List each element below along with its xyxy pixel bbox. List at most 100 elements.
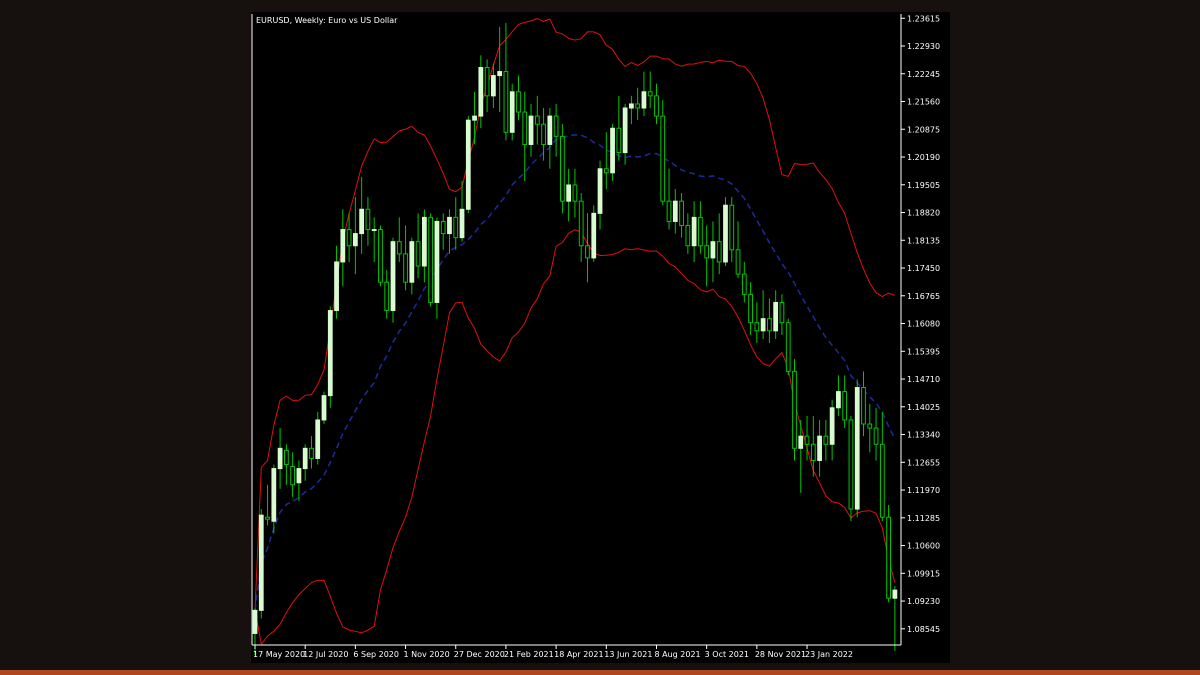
candle-body — [327, 310, 333, 397]
x-tick-label: 27 Dec 2020 — [454, 650, 505, 659]
y-tick-label: 1.23615 — [907, 14, 940, 23]
y-tick-label: 1.12655 — [907, 458, 940, 467]
candle-body — [340, 229, 346, 263]
candle-body — [867, 423, 873, 429]
candle-body — [854, 387, 860, 510]
candle-body — [490, 75, 496, 97]
candle-body — [478, 66, 484, 117]
candle-body — [679, 200, 684, 226]
candle-body — [315, 419, 321, 459]
y-tick-label: 1.11970 — [907, 486, 940, 495]
candle-body — [390, 241, 396, 312]
x-tick-label: 28 Nov 2021 — [755, 650, 806, 659]
y-tick-label: 1.11285 — [907, 514, 940, 523]
candle-body — [666, 200, 672, 222]
candle-body — [428, 216, 434, 303]
candle-body — [572, 184, 578, 202]
x-tick-label: 3 Oct 2021 — [705, 650, 749, 659]
candle-body — [434, 220, 440, 303]
candle-body — [672, 200, 678, 222]
x-tick-label: 12 Jul 2020 — [303, 650, 348, 659]
candle-body — [810, 443, 816, 461]
candlestick-chart[interactable]: 1.23615 1.22930 1.22245 1.21560 1.20875 1.201… — [251, 12, 950, 663]
candle-body — [798, 435, 804, 449]
candle-body — [760, 318, 766, 332]
candle-body — [352, 233, 358, 247]
candle-body — [635, 103, 641, 109]
candle-body — [823, 435, 829, 445]
candle-body — [691, 216, 697, 247]
y-tick-label: 1.09230 — [907, 597, 940, 606]
candle-body — [685, 224, 691, 247]
bollinger-bands — [254, 18, 896, 646]
y-tick-label: 1.15395 — [907, 347, 940, 356]
candle-body — [271, 468, 277, 522]
candle-body — [283, 449, 289, 466]
candle-body — [641, 91, 647, 109]
candle-body — [767, 318, 772, 332]
axes-layer: 1.23615 1.22930 1.22245 1.21560 1.20875 1.201… — [251, 14, 940, 659]
candle-body — [371, 229, 377, 232]
candle-body — [842, 391, 848, 421]
candle-body — [591, 212, 597, 259]
candle-body — [378, 229, 383, 283]
y-tick-label: 1.08545 — [907, 625, 940, 634]
candle-body — [321, 395, 327, 421]
candle-body — [848, 419, 854, 510]
candle-body — [597, 168, 603, 214]
y-tick-label: 1.13340 — [907, 431, 940, 440]
y-tick-label: 1.16765 — [907, 292, 940, 301]
candle-body — [553, 115, 559, 137]
candle-body — [528, 115, 534, 145]
y-tick-label: 1.14710 — [907, 375, 940, 384]
candle-body — [252, 609, 258, 634]
candle-body — [509, 91, 515, 133]
candle-body — [384, 281, 390, 312]
candle-body — [503, 71, 509, 133]
candle-body — [861, 387, 866, 425]
candle-body — [729, 204, 735, 251]
y-tick-label: 1.09915 — [907, 569, 940, 578]
candle-body — [616, 127, 622, 154]
candle-body — [560, 135, 565, 202]
candle-body — [585, 245, 590, 259]
candle-body — [516, 91, 521, 113]
candle-body — [309, 447, 314, 459]
x-tick-label: 23 Jan 2022 — [805, 650, 853, 659]
candle-body — [754, 322, 760, 332]
candle-body — [804, 435, 810, 445]
candle-body — [647, 91, 653, 97]
candle-body — [472, 115, 477, 121]
candle-body — [403, 253, 408, 283]
candle-body — [396, 241, 402, 255]
y-tick-label: 1.21560 — [907, 98, 940, 107]
candle-body — [440, 220, 446, 235]
y-tick-label: 1.20190 — [907, 153, 940, 162]
candle-body — [465, 119, 471, 210]
candle-body — [892, 589, 898, 599]
candle-body — [359, 208, 365, 235]
candle-body — [421, 216, 427, 267]
candle-body — [610, 127, 615, 174]
candles-layer — [252, 22, 898, 655]
candle-body — [258, 514, 264, 611]
candle-body — [723, 204, 728, 263]
candle-body — [447, 216, 452, 235]
upper-band-line — [254, 18, 896, 611]
y-tick-label: 1.16080 — [907, 320, 940, 329]
y-tick-label: 1.22245 — [907, 70, 940, 79]
y-tick-label: 1.19505 — [907, 181, 940, 190]
x-tick-label: 17 May 2020 — [253, 650, 305, 659]
candle-body — [603, 168, 609, 174]
candle-body — [829, 407, 835, 445]
y-tick-label: 1.18820 — [907, 209, 940, 218]
y-tick-label: 1.20875 — [907, 125, 940, 134]
candle-body — [785, 322, 791, 372]
candle-body — [735, 249, 741, 275]
x-tick-label: 13 Jun 2021 — [604, 650, 652, 659]
candle-body — [566, 184, 572, 202]
candle-body — [415, 241, 421, 267]
candle-body — [660, 115, 666, 202]
candle-body — [541, 123, 546, 145]
candle-body — [365, 208, 371, 231]
